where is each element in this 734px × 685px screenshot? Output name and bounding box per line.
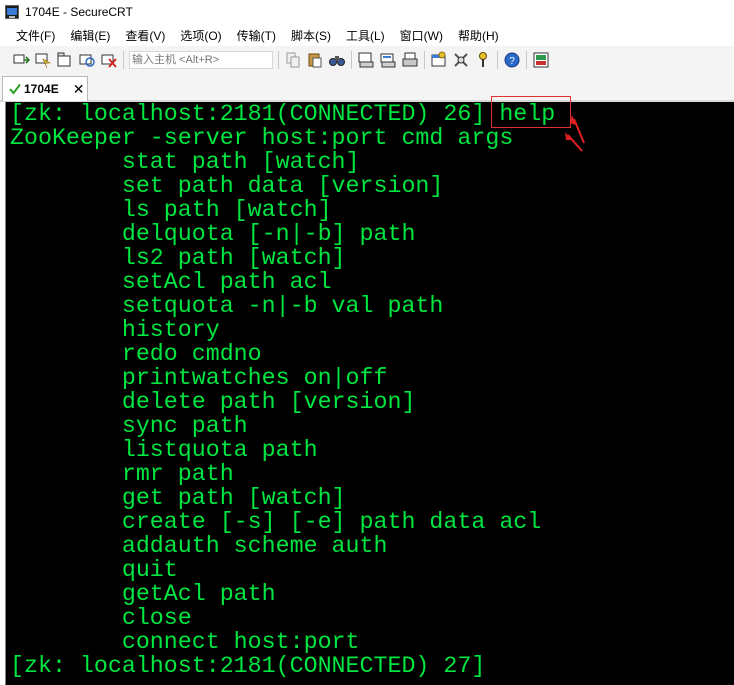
tab-close-icon[interactable]: ✕ <box>73 81 85 98</box>
toolbar: ? <box>0 46 734 74</box>
terminal-line: quit <box>10 557 178 583</box>
menu-file[interactable]: 文件(F) <box>0 27 62 44</box>
quick-connect-input[interactable] <box>129 51 273 69</box>
terminal-line: history <box>10 317 220 343</box>
toolbar-separator <box>526 51 527 69</box>
disconnect-icon[interactable] <box>100 51 118 69</box>
annotation-arrow-icon <box>565 115 585 152</box>
key-icon[interactable] <box>474 51 492 69</box>
menu-tools[interactable]: 工具(L) <box>338 27 392 44</box>
connect-icon[interactable] <box>12 51 30 69</box>
connect-in-tab-icon[interactable] <box>56 51 74 69</box>
quick-connect-icon[interactable] <box>34 51 52 69</box>
window-title: 1704E - SecureCRT <box>25 5 133 19</box>
print-selection-icon[interactable] <box>379 51 397 69</box>
tab-1704e[interactable]: 1704E ✕ <box>2 76 88 101</box>
print-icon[interactable] <box>401 51 419 69</box>
tab-label: 1704E <box>24 82 59 96</box>
print-screen-icon[interactable] <box>357 51 375 69</box>
terminal-line: create [-s] [-e] path data acl <box>10 509 542 535</box>
terminal-line: rmr path <box>10 461 234 487</box>
menu-edit[interactable]: 编辑(E) <box>62 27 117 44</box>
sftp-icon[interactable] <box>532 51 550 69</box>
terminal-line: stat path [watch] <box>10 149 360 175</box>
connected-check-icon <box>9 83 21 95</box>
menu-window[interactable]: 窗口(W) <box>392 27 450 44</box>
terminal-line: printwatches on|off <box>10 365 388 391</box>
find-icon[interactable] <box>328 51 346 69</box>
toolbar-separator <box>351 51 352 69</box>
menu-help[interactable]: 帮助(H) <box>450 27 506 44</box>
terminal-screen[interactable]: [zk: localhost:2181(CONNECTED) 26] help … <box>5 96 734 685</box>
terminal-line: ls path [watch] <box>10 197 332 223</box>
terminal-line: [zk: localhost:2181(CONNECTED) 26] help <box>10 101 556 127</box>
toolbar-separator <box>278 51 279 69</box>
terminal-line: ZooKeeper -server host:port cmd args <box>10 125 514 151</box>
copy-icon[interactable] <box>284 51 302 69</box>
toolbar-separator <box>497 51 498 69</box>
toolbar-separator <box>424 51 425 69</box>
terminal-line: getAcl path <box>10 581 276 607</box>
terminal-line: setAcl path acl <box>10 269 332 295</box>
title-bar: 1704E - SecureCRT <box>0 0 734 24</box>
terminal-line: [zk: localhost:2181(CONNECTED) 27] <box>10 653 486 679</box>
terminal-line: delete path [version] <box>10 389 416 415</box>
menu-transfer[interactable]: 传输(T) <box>229 27 283 44</box>
terminal-line: addauth scheme auth <box>10 533 388 559</box>
help-icon[interactable]: ? <box>503 51 521 69</box>
paste-icon[interactable] <box>306 51 324 69</box>
session-tab-bar: 1704E ✕ <box>0 74 734 102</box>
terminal-line: delquota [-n|-b] path <box>10 221 416 247</box>
terminal-line: ls2 path [watch] <box>10 245 346 271</box>
menu-options[interactable]: 选项(O) <box>172 27 228 44</box>
terminal-line: sync path <box>10 413 248 439</box>
highlight-box <box>491 96 571 128</box>
session-options-icon[interactable] <box>430 51 448 69</box>
menu-script[interactable]: 脚本(S) <box>283 27 338 44</box>
svg-text:?: ? <box>509 56 515 67</box>
terminal-line: set path data [version] <box>10 173 444 199</box>
toolbar-separator <box>123 51 124 69</box>
global-options-icon[interactable] <box>452 51 470 69</box>
terminal-line: get path [watch] <box>10 485 346 511</box>
menu-view[interactable]: 查看(V) <box>117 27 172 44</box>
terminal-line: close <box>10 605 192 631</box>
terminal-line: setquota -n|-b val path <box>10 293 444 319</box>
menu-bar: 文件(F) 编辑(E) 查看(V) 选项(O) 传输(T) 脚本(S) 工具(L… <box>0 24 734 46</box>
reconnect-icon[interactable] <box>78 51 96 69</box>
securecrt-app-icon <box>5 5 19 19</box>
terminal-line: listquota path <box>10 437 318 463</box>
terminal-line: redo cmdno <box>10 341 262 367</box>
terminal-line: connect host:port <box>10 629 360 655</box>
